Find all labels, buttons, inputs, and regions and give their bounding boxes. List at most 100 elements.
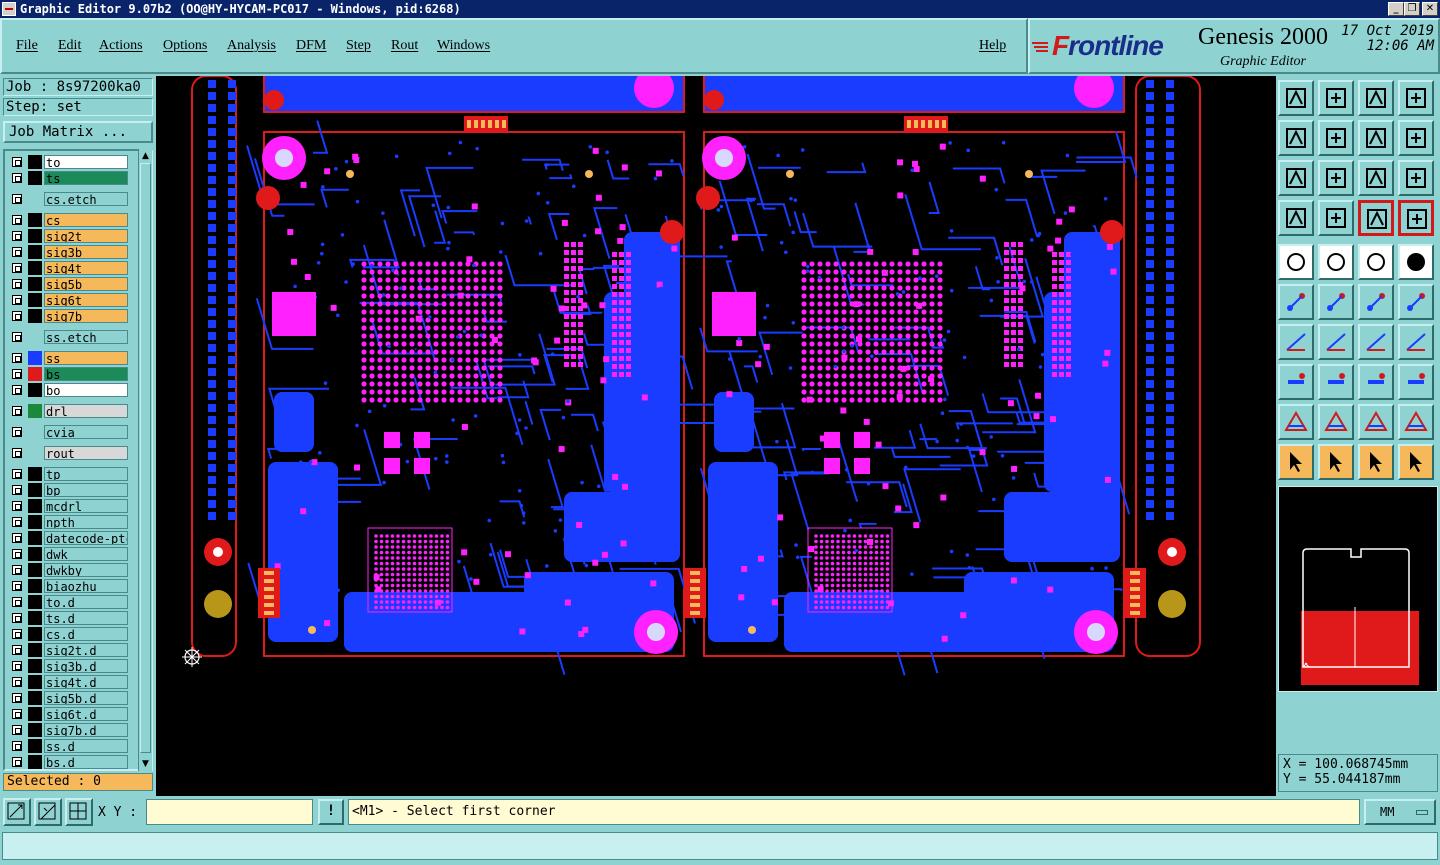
layer-row-drl[interactable]: drl (8, 404, 128, 418)
layer-row-sig5b[interactable]: sig5b (8, 277, 128, 291)
layer-name[interactable]: to (44, 155, 128, 169)
layer-color-swatch[interactable] (28, 643, 42, 657)
layer-checkbox[interactable] (12, 725, 22, 735)
layer-checkbox[interactable] (12, 581, 22, 591)
ruler-button[interactable] (1358, 244, 1394, 280)
layer-checkbox[interactable] (12, 677, 22, 687)
menu-dfm[interactable]: DFM (296, 38, 326, 54)
layer-name[interactable]: rout (44, 446, 128, 460)
layer-color-swatch[interactable] (28, 277, 42, 291)
layer-checkbox[interactable] (12, 517, 22, 527)
layer-checkbox[interactable] (12, 501, 22, 511)
line-cut-button[interactable] (1318, 364, 1354, 400)
undo-arrow-button[interactable] (1358, 120, 1394, 156)
layer-row-sig3b[interactable]: sig3b (8, 245, 128, 259)
menu-help[interactable]: Help (979, 38, 1006, 54)
job-matrix-button[interactable]: Job Matrix ... (3, 121, 153, 143)
layer-name[interactable]: to.d (44, 595, 128, 609)
diagonal-line-button[interactable] (1318, 324, 1354, 360)
cross-node-button[interactable] (1318, 284, 1354, 320)
layer-color-swatch[interactable] (28, 467, 42, 481)
layer-row-cs.d[interactable]: cs.d (8, 627, 128, 641)
pointer-route-button[interactable] (1398, 444, 1434, 480)
layer-checkbox[interactable] (12, 613, 22, 623)
layer-name[interactable]: ss.etch (44, 330, 128, 344)
layer-color-swatch[interactable] (28, 404, 42, 418)
layer-row-sig4t.d[interactable]: sig4t.d (8, 675, 128, 689)
layer-color-swatch[interactable] (28, 627, 42, 641)
triangle-b-button[interactable] (1318, 404, 1354, 440)
layer-checkbox[interactable] (12, 693, 22, 703)
layer-row-sig2t.d[interactable]: sig2t.d (8, 643, 128, 657)
pad-select-button[interactable] (1278, 364, 1314, 400)
save-button[interactable] (1318, 80, 1354, 116)
layer-name[interactable]: sig4t.d (44, 675, 128, 689)
layer-row-sig6t.d[interactable]: sig6t.d (8, 707, 128, 721)
angle-button[interactable] (1278, 324, 1314, 360)
layer-row-sig5b.d[interactable]: sig5b.d (8, 691, 128, 705)
triangle-c-button[interactable] (1358, 404, 1394, 440)
layer-row-ss.d[interactable]: ss.d (8, 739, 128, 753)
menu-step[interactable]: Step (346, 38, 371, 54)
zoom-one-to-one-button[interactable] (1358, 160, 1394, 196)
layer-color-swatch[interactable] (28, 309, 42, 323)
layer-color-swatch[interactable] (28, 531, 42, 545)
layer-row-ss[interactable]: ss (8, 351, 128, 365)
layer-color-swatch[interactable] (28, 611, 42, 625)
layer-compare-button[interactable] (1358, 200, 1394, 236)
layer-checkbox[interactable] (12, 353, 22, 363)
layer-name[interactable]: sig2t (44, 229, 128, 243)
layer-checkbox[interactable] (12, 485, 22, 495)
layer-row-npth[interactable]: npth (8, 515, 128, 529)
layer-row-dwkby[interactable]: dwkby (8, 563, 128, 577)
triangle-d-button[interactable] (1398, 404, 1434, 440)
layer-name[interactable]: sig6t (44, 293, 128, 307)
scroll-down-icon[interactable]: ▼ (140, 758, 151, 770)
layer-checkbox[interactable] (12, 565, 22, 575)
layer-name[interactable]: sig5b (44, 277, 128, 291)
pointer-button[interactable] (1278, 444, 1314, 480)
pad-group-button[interactable] (1398, 364, 1434, 400)
menu-edit[interactable]: Edit (58, 38, 81, 54)
layer-name[interactable]: ts (44, 171, 128, 185)
layer-name[interactable]: sig3b (44, 245, 128, 259)
measure-button[interactable] (34, 798, 62, 826)
scrollbar-thumb[interactable] (140, 163, 151, 753)
layer-name[interactable]: sig6t.d (44, 707, 128, 721)
layer-color-swatch[interactable] (28, 659, 42, 673)
layer-name[interactable]: dwkby (44, 563, 128, 577)
layer-checkbox[interactable] (12, 533, 22, 543)
layer-color-swatch[interactable] (28, 547, 42, 561)
layer-name[interactable]: ts.d (44, 611, 128, 625)
step-right-button[interactable] (1318, 120, 1354, 156)
layer-color-swatch[interactable] (28, 229, 42, 243)
layer-row-sig3b.d[interactable]: sig3b.d (8, 659, 128, 673)
pcb-panel-view[interactable] (156, 76, 1276, 796)
layer-checkbox[interactable] (12, 157, 22, 167)
pan-button[interactable] (1278, 200, 1314, 236)
layer-checkbox[interactable] (12, 332, 22, 342)
layer-toggle-button[interactable] (1398, 200, 1434, 236)
layer-color-swatch[interactable] (28, 579, 42, 593)
pointer-select-button[interactable] (1358, 444, 1394, 480)
layer-row-cvia[interactable]: cvia (8, 425, 128, 439)
rotate-button[interactable] (1358, 324, 1394, 360)
layer-row-bp[interactable]: bp (8, 483, 128, 497)
layer-name[interactable]: cs.d (44, 627, 128, 641)
layer-color-swatch[interactable] (28, 171, 42, 185)
pointer-box-button[interactable] (1318, 444, 1354, 480)
graphic-canvas[interactable] (156, 76, 1276, 796)
layer-name[interactable]: bo (44, 383, 128, 397)
zoom-center-button[interactable] (1318, 160, 1354, 196)
layer-color-swatch[interactable] (28, 723, 42, 737)
layer-checkbox[interactable] (12, 173, 22, 183)
layer-name[interactable]: cs.etch (44, 192, 128, 206)
layer-checkbox[interactable] (12, 215, 22, 225)
exclaim-button[interactable]: ! (318, 799, 344, 825)
layer-row-biaozhu[interactable]: biaozhu (8, 579, 128, 593)
layer-row-mcdrl[interactable]: mcdrl (8, 499, 128, 513)
menu-options[interactable]: Options (163, 38, 207, 54)
layer-name[interactable]: tp (44, 467, 128, 481)
layer-row-cs[interactable]: cs (8, 213, 128, 227)
triangle-a-button[interactable] (1278, 404, 1314, 440)
